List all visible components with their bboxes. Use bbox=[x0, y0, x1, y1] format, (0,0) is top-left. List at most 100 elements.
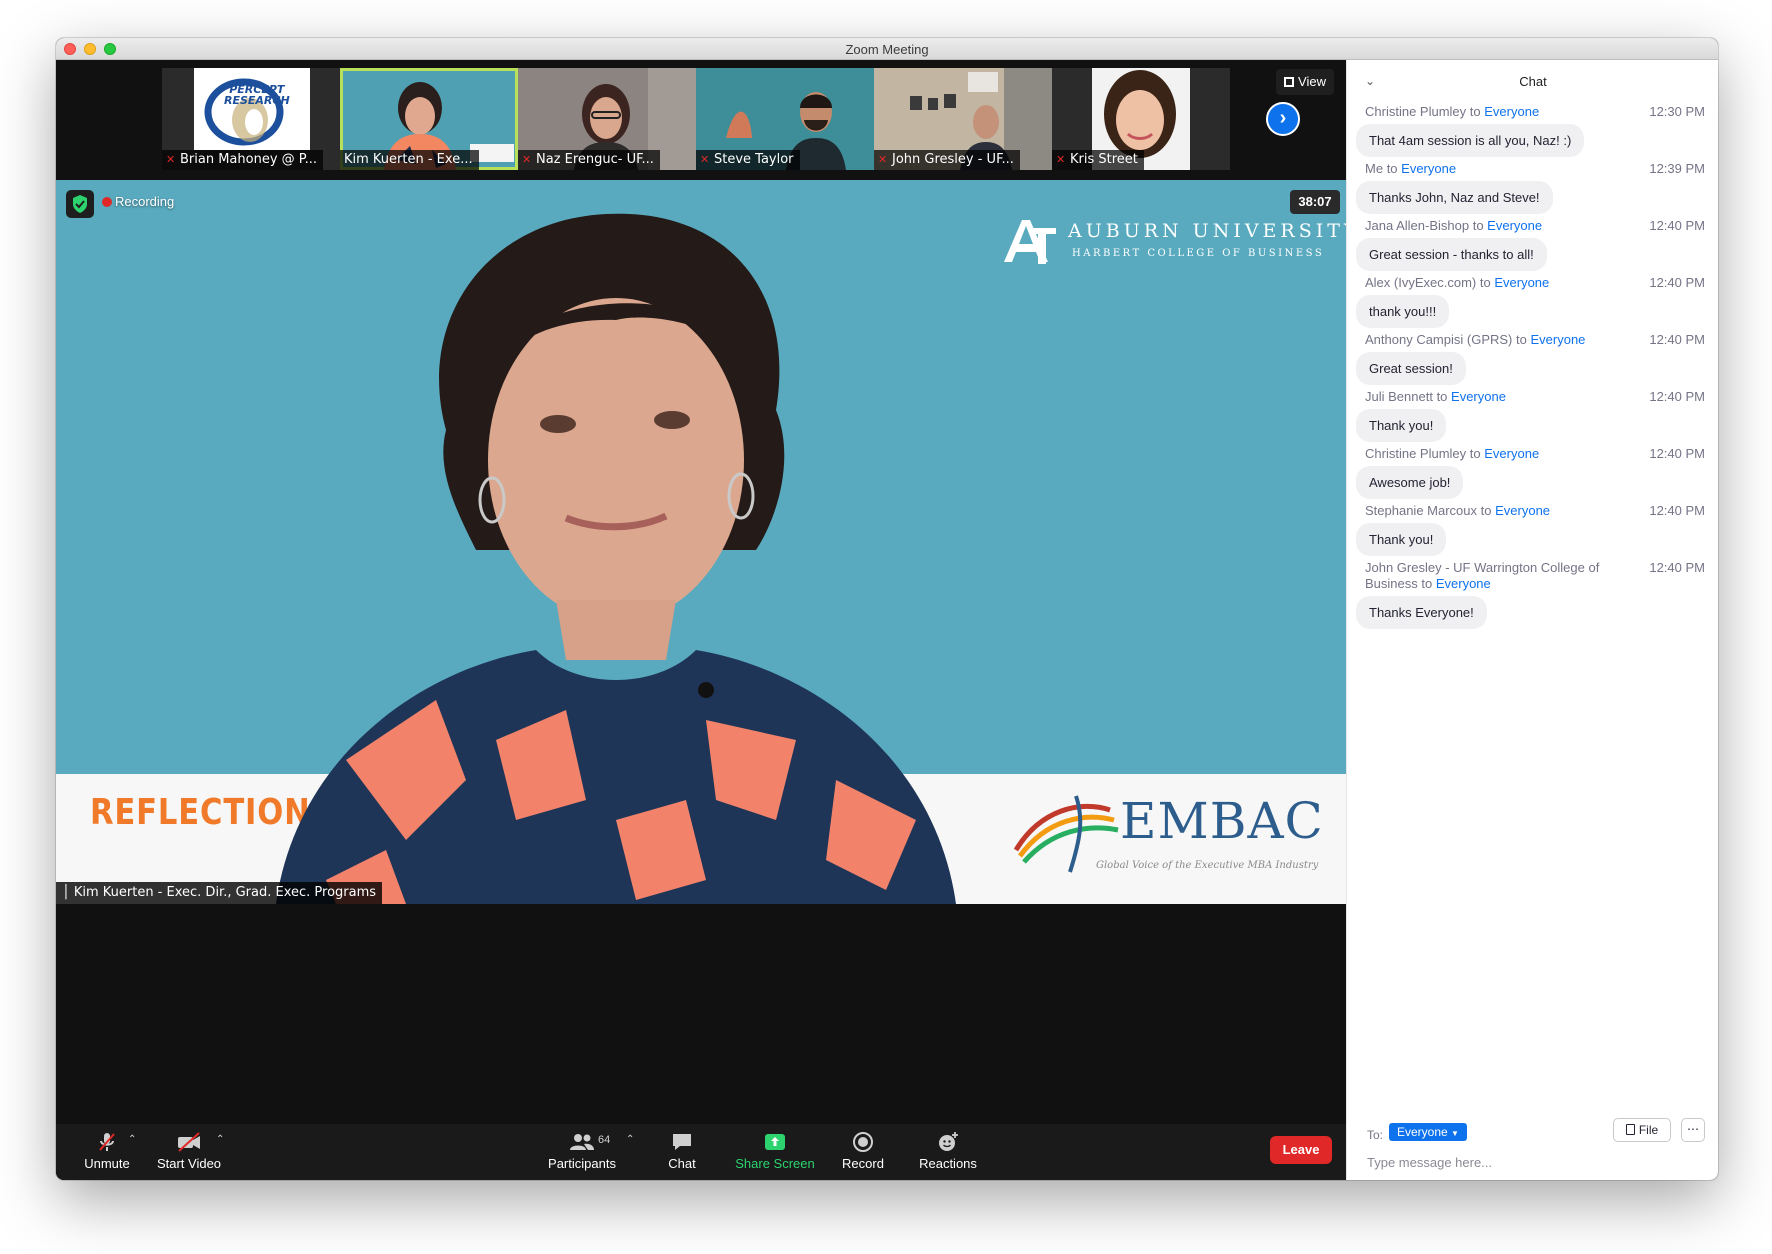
record-button[interactable]: Record bbox=[832, 1130, 894, 1176]
chat-message: Christine Plumley to Everyone 12:40 PM A… bbox=[1356, 446, 1705, 499]
reactions-icon bbox=[939, 1132, 958, 1151]
auburn-name: AUBURN UNIVERSITY bbox=[1068, 220, 1346, 242]
active-speaker-video: REFLECTION AUBURN UNIVERSITY HARBERT COL… bbox=[56, 180, 1346, 904]
message-header: Christine Plumley to Everyone bbox=[1365, 104, 1615, 120]
view-button-label: View bbox=[1298, 74, 1326, 89]
chevron-right-icon: › bbox=[1279, 107, 1287, 129]
video-options-caret[interactable]: ⌃ bbox=[216, 1134, 224, 1145]
thumbnail-name-label: Kris Street bbox=[1070, 152, 1138, 167]
view-button[interactable]: View bbox=[1276, 69, 1334, 95]
recipient-name: Everyone bbox=[1530, 332, 1586, 347]
message-time: 12:40 PM bbox=[1649, 503, 1705, 518]
to-word: to bbox=[1436, 389, 1448, 404]
thumbnail-name: ✕ Steve Taylor bbox=[696, 150, 800, 170]
grid-icon bbox=[1284, 77, 1295, 87]
participants-button[interactable]: 64 Participants bbox=[544, 1130, 620, 1176]
chat-button[interactable]: Chat bbox=[652, 1130, 712, 1176]
message-time: 12:30 PM bbox=[1649, 104, 1705, 119]
message-bubble: Thank you! bbox=[1356, 409, 1447, 442]
recipient-name: Everyone bbox=[1484, 446, 1540, 461]
message-bubble: Awesome job! bbox=[1356, 466, 1464, 499]
thumbnail-john-gresley[interactable]: ✕ John Gresley - UF... bbox=[874, 68, 1052, 170]
mic-muted-icon: ✕ bbox=[522, 153, 532, 166]
chat-message: Jana Allen-Bishop to Everyone 12:40 PM G… bbox=[1356, 218, 1705, 271]
sender-name: Christine Plumley bbox=[1365, 104, 1467, 119]
percept-logo-line2: RESEARCH bbox=[224, 94, 290, 107]
message-bubble: Thanks Everyone! bbox=[1356, 596, 1487, 629]
message-bubble: Great session - thanks to all! bbox=[1356, 238, 1547, 271]
recipient-select-value: Everyone bbox=[1397, 1125, 1448, 1139]
embac-logo: EMBAC Global Voice of the Executive MBA … bbox=[1010, 780, 1330, 890]
sender-name: Alex (IvyExec.com) bbox=[1365, 275, 1477, 290]
percept-logo: PERCEPT RESEARCH bbox=[194, 68, 310, 150]
start-video-label: Start Video bbox=[156, 1156, 222, 1171]
recipient-name: Everyone bbox=[1487, 218, 1543, 233]
reactions-button[interactable]: Reactions bbox=[908, 1130, 988, 1176]
thumbnail-name: ✕ Kris Street bbox=[1052, 150, 1144, 170]
message-header: Stephanie Marcoux to Everyone bbox=[1365, 503, 1615, 519]
to-word: to bbox=[1469, 104, 1481, 119]
message-time: 12:40 PM bbox=[1649, 218, 1705, 233]
sender-name: Christine Plumley bbox=[1365, 446, 1467, 461]
recipient-name: Everyone bbox=[1435, 576, 1491, 591]
record-icon bbox=[853, 1132, 873, 1152]
message-input[interactable] bbox=[1367, 1152, 1697, 1172]
embac-name: EMBAC bbox=[1120, 792, 1324, 850]
thumbnail-steve-taylor[interactable]: ✕ Steve Taylor bbox=[696, 68, 874, 170]
window-title: Zoom Meeting bbox=[845, 42, 929, 57]
chat-composer: To: Everyone ▼ File ⋯ bbox=[1347, 1110, 1718, 1180]
thumbnail-kim-kuerten[interactable]: Kim Kuerten - Exe... bbox=[340, 68, 518, 170]
message-bubble: That 4am session is all you, Naz! :) bbox=[1356, 124, 1585, 157]
thumbnail-name: ✕ Naz Erenguc- UF... bbox=[518, 150, 660, 170]
chat-message: Anthony Campisi (GPRS) to Everyone 12:40… bbox=[1356, 332, 1705, 385]
message-bubble: Thanks John, Naz and Steve! bbox=[1356, 181, 1553, 214]
speaker-figure bbox=[276, 213, 956, 904]
thumbnail-kris-street[interactable]: ✕ Kris Street bbox=[1052, 68, 1230, 170]
to-word: to bbox=[1516, 332, 1527, 347]
sender-name: Juli Bennett bbox=[1365, 389, 1433, 404]
to-word: to bbox=[1479, 275, 1491, 290]
recipient-name: Everyone bbox=[1484, 104, 1540, 119]
participant-count: 64 bbox=[598, 1134, 611, 1146]
chat-title: Chat bbox=[1519, 74, 1547, 89]
audio-options-caret[interactable]: ⌃ bbox=[128, 1134, 136, 1145]
message-header: Alex (IvyExec.com) to Everyone bbox=[1365, 275, 1615, 291]
chat-message: Me to Everyone 12:39 PM Thanks John, Naz… bbox=[1356, 161, 1705, 214]
share-screen-icon bbox=[765, 1134, 785, 1150]
shield-icon[interactable] bbox=[66, 190, 94, 218]
leave-button[interactable]: Leave bbox=[1270, 1136, 1332, 1164]
thumbnail-name-label: John Gresley - UF... bbox=[892, 152, 1014, 167]
participants-icon bbox=[570, 1134, 594, 1150]
mic-muted-icon: ✕ bbox=[700, 153, 710, 166]
participants-options-caret[interactable]: ⌃ bbox=[626, 1134, 634, 1145]
reactions-label: Reactions bbox=[919, 1156, 977, 1171]
message-time: 12:39 PM bbox=[1649, 161, 1705, 176]
chat-panel: ⌄ Chat Christine Plumley to Everyone 12:… bbox=[1346, 60, 1718, 1180]
message-bubble: Thank you! bbox=[1356, 523, 1447, 556]
chat-message: Stephanie Marcoux to Everyone 12:40 PM T… bbox=[1356, 503, 1705, 556]
recipient-select[interactable]: Everyone ▼ bbox=[1389, 1123, 1467, 1141]
share-screen-button[interactable]: Share Screen bbox=[730, 1130, 820, 1176]
auburn-au-icon bbox=[1004, 220, 1056, 264]
message-time: 12:40 PM bbox=[1649, 446, 1705, 461]
chat-header: ⌄ Chat bbox=[1347, 60, 1718, 100]
message-time: 12:40 PM bbox=[1649, 332, 1705, 347]
message-time: 12:40 PM bbox=[1649, 389, 1705, 404]
video-area: PERCEPT RESEARCH ✕ Brian Mahoney @ P... K… bbox=[56, 60, 1346, 1180]
record-label: Record bbox=[842, 1156, 884, 1171]
next-page-button[interactable]: › bbox=[1266, 102, 1300, 136]
file-button[interactable]: File bbox=[1613, 1118, 1671, 1142]
message-time: 12:40 PM bbox=[1649, 275, 1705, 290]
unmute-label: Unmute bbox=[84, 1156, 130, 1171]
recipient-name: Everyone bbox=[1495, 503, 1551, 518]
more-options-button[interactable]: ⋯ bbox=[1681, 1118, 1705, 1142]
thumbnail-naz-erenguc[interactable]: ✕ Naz Erenguc- UF... bbox=[518, 68, 696, 170]
chat-message: Alex (IvyExec.com) to Everyone 12:40 PM … bbox=[1356, 275, 1705, 328]
thumbnail-name-label: Naz Erenguc- UF... bbox=[536, 152, 654, 167]
thumbnail-brian-mahoney[interactable]: PERCEPT RESEARCH ✕ Brian Mahoney @ P... bbox=[162, 68, 340, 170]
chat-message: Christine Plumley to Everyone 12:30 PM T… bbox=[1356, 104, 1705, 157]
record-dot-icon bbox=[102, 197, 112, 207]
chat-message: John Gresley - UF Warrington College of … bbox=[1356, 560, 1705, 629]
video-off-icon bbox=[178, 1132, 200, 1152]
recipient-name: Everyone bbox=[1494, 275, 1550, 290]
